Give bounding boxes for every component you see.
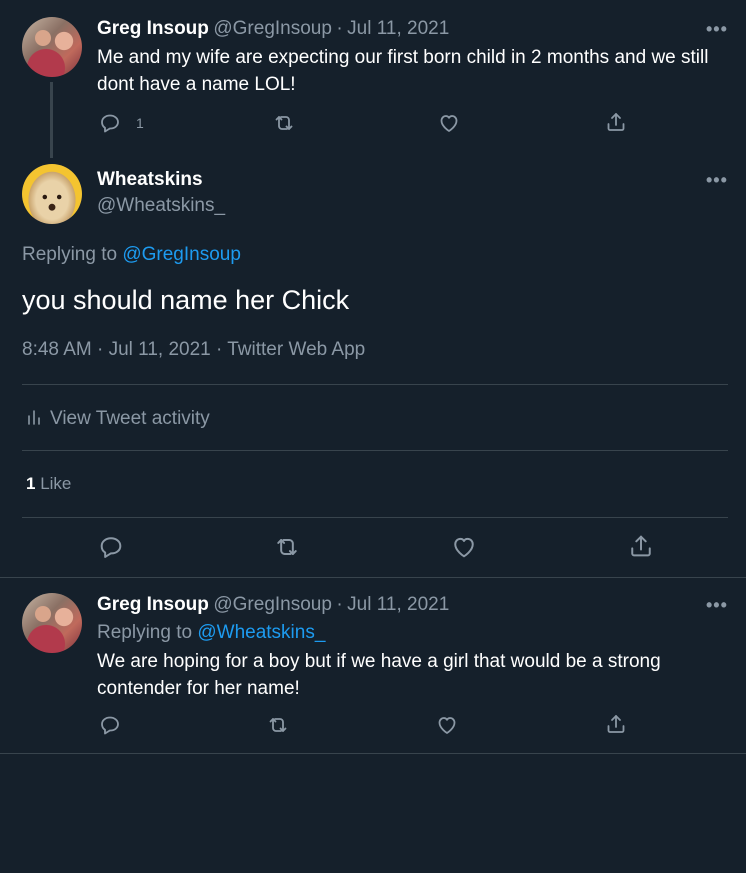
author-name[interactable]: Greg Insoup	[97, 594, 209, 615]
divider	[0, 753, 746, 754]
reply-count: 1	[136, 115, 144, 131]
author-name[interactable]: Greg Insoup	[97, 18, 209, 39]
reply-icon	[98, 111, 122, 135]
avatar-greg[interactable]	[22, 17, 82, 77]
more-icon[interactable]: •••	[706, 170, 728, 191]
author-handle[interactable]: @GregInsoup	[213, 18, 332, 39]
more-icon[interactable]: •••	[706, 595, 728, 616]
retweet-icon	[272, 111, 296, 135]
retweet-button[interactable]	[266, 713, 290, 737]
share-icon	[627, 532, 655, 560]
like-button[interactable]	[450, 533, 478, 561]
share-icon	[604, 712, 628, 736]
thread-line	[50, 82, 53, 158]
divider	[22, 384, 728, 385]
tweet3-header: Greg Insoup @GregInsoup · Jul 11, 2021	[97, 594, 449, 616]
activity-label: View Tweet activity	[50, 408, 210, 429]
reply-button[interactable]	[97, 533, 125, 561]
tweet-date[interactable]: Jul 11, 2021	[347, 18, 449, 39]
view-tweet-activity[interactable]: View Tweet activity	[22, 406, 210, 432]
avatar-wheatskins[interactable]	[22, 164, 82, 224]
like-icon	[437, 111, 461, 135]
main-tweet-text: you should name her Chick	[22, 285, 350, 315]
like-button[interactable]	[437, 111, 461, 135]
reply-icon	[98, 713, 122, 737]
avatar-greg[interactable]	[22, 593, 82, 653]
divider	[22, 450, 728, 451]
replying-to-handle[interactable]: @GregInsoup	[122, 244, 241, 265]
divider	[22, 517, 728, 518]
author-handle[interactable]: @Wheatskins_	[97, 195, 225, 217]
tweet-text: Me and my wife are expecting our first b…	[97, 47, 709, 95]
reply-icon	[97, 533, 125, 561]
author-handle[interactable]: @GregInsoup	[213, 594, 332, 615]
share-icon	[604, 110, 628, 134]
tweet-date[interactable]: Jul 11, 2021	[347, 594, 449, 615]
reply-button[interactable]	[98, 713, 122, 737]
tweet-meta[interactable]: 8:48 AM · Jul 11, 2021 · Twitter Web App	[22, 339, 365, 361]
share-button[interactable]	[604, 110, 628, 134]
tweet1-header: Greg Insoup @GregInsoup · Jul 11, 2021	[97, 18, 449, 40]
like-button[interactable]	[435, 713, 459, 737]
retweet-button[interactable]	[273, 533, 301, 561]
like-count: 1	[26, 474, 36, 493]
divider	[0, 577, 746, 578]
separator: ·	[336, 594, 343, 615]
separator: ·	[336, 18, 343, 39]
share-button[interactable]	[627, 532, 655, 560]
like-icon	[450, 533, 478, 561]
more-icon[interactable]: •••	[706, 19, 728, 40]
replying-to-label: Replying to	[22, 244, 118, 265]
likes-stat[interactable]: 1 Like	[26, 474, 71, 494]
retweet-icon	[266, 713, 290, 737]
share-button[interactable]	[604, 712, 628, 736]
analytics-icon	[26, 406, 42, 432]
replying-to: Replying to @GregInsoup	[22, 244, 241, 266]
retweet-icon	[273, 533, 301, 561]
replying-to-label: Replying to	[97, 622, 193, 643]
tweet-text: We are hoping for a boy but if we have a…	[97, 651, 661, 699]
author-name[interactable]: Wheatskins	[97, 169, 203, 191]
reply-button[interactable]: 1	[98, 111, 144, 135]
replying-to: Replying to @Wheatskins_	[97, 622, 325, 644]
like-icon	[435, 713, 459, 737]
like-label: Like	[40, 474, 72, 493]
retweet-button[interactable]	[272, 111, 296, 135]
replying-to-handle[interactable]: @Wheatskins_	[197, 622, 325, 643]
